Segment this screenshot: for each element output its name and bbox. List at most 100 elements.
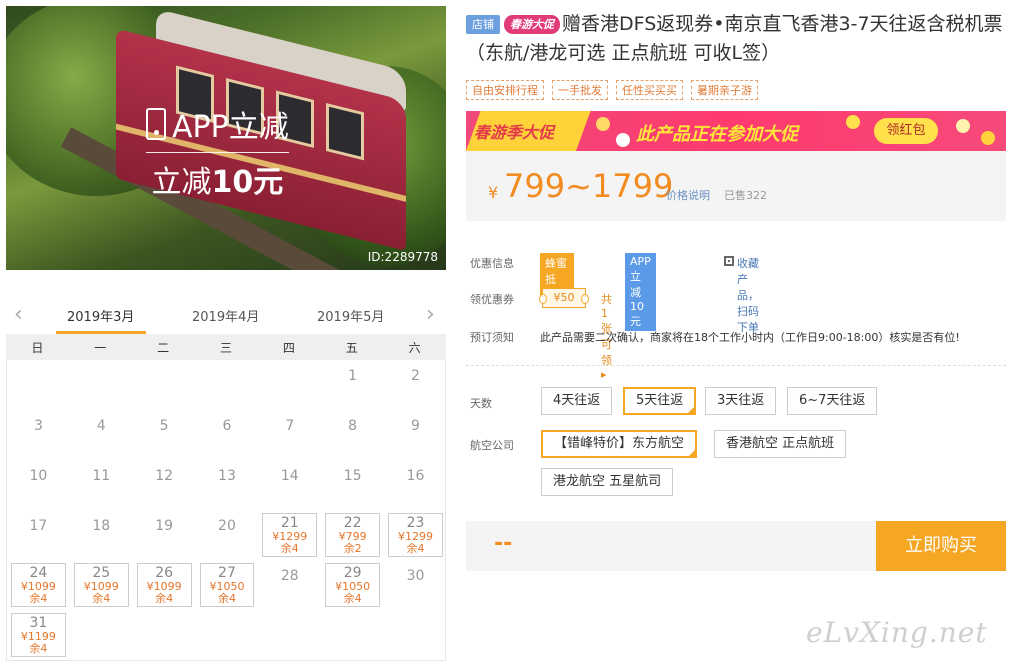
flower-icon [846,115,860,129]
buy-bar: -- 立即购买 [466,521,1006,571]
promo-banner[interactable]: 春游季大促 此产品正在参加大促 领红包 [466,111,1006,151]
calendar-day: 11 [70,460,133,510]
weekday-label: 六 [408,340,421,355]
calendar-empty-cell [196,360,259,410]
red-packet-button[interactable]: 领红包 [874,118,938,144]
day-stock: 余4 [92,592,111,605]
days-option[interactable]: 4天往返 [541,387,613,415]
calendar-day-available[interactable]: 31 ¥1199 余4 [11,613,66,657]
calendar-day: 15 [321,460,384,510]
day-number: 29 [343,565,362,581]
flower-icon [981,131,995,145]
prev-month-icon[interactable]: ‹ [14,302,23,327]
day-number: 17 [29,518,48,534]
promo-line2-amount: 10元 [211,165,284,200]
day-number: 2 [411,368,420,384]
calendar-day-available[interactable]: 29 ¥1050 余4 [325,563,381,607]
calendar-grid: 1 2 3 4 5 6 7 8 9 10 11 12 13 14 15 16 17 18 19 20 21 ¥1299 余4… [6,360,446,661]
watermark: eLvXing.net [806,616,988,649]
calendar-day: 14 [258,460,321,510]
weekday-label: 五 [345,340,358,355]
tab-month-3[interactable]: 2019年5月 [317,306,384,325]
weekday-label: 三 [219,340,232,355]
calendar-day-available[interactable]: 25 ¥1099 余4 [73,563,129,607]
promo-line2-prefix: 立减 [151,165,212,200]
day-stock: 余4 [406,542,425,555]
product-title: 店铺 春游大促 赠香港DFS返现券•南京直飞香港3-7天往返含税机票（东航/港龙可选… [466,10,1006,68]
booking-notice-text: 此产品需要二次确认，商家将在18个工作小时内（工作日9:00-18:00）核实是… [540,331,960,344]
calendar-day-available[interactable]: 23 ¥1299 余4 [388,513,443,557]
day-number: 3 [33,418,43,434]
spring-sale-tag: 春游大促 [504,15,560,34]
qr-code-icon [724,256,734,266]
day-number: 1 [348,368,358,384]
day-number: 16 [406,468,425,484]
day-stock: 余2 [343,542,362,555]
days-option[interactable]: 3天往返 [705,387,777,415]
day-number: 22 [343,515,362,531]
day-number: 24 [29,565,48,581]
day-number: 4 [96,418,106,434]
offers-label: 优惠信息 [470,257,514,270]
feature-tag: 暑期亲子游 [691,80,758,100]
calendar-day-available[interactable]: 27 ¥1050 余4 [199,563,255,607]
days-option-selected[interactable]: 5天往返 [623,387,697,415]
calendar-empty-cell [70,360,133,410]
day-number: 23 [406,515,425,531]
calendar-day: 5 [133,410,196,460]
calendar-day: 8 [321,410,384,460]
product-id: ID:2289778 [367,250,438,264]
day-stock: 余4 [29,642,48,655]
calendar-day: 7 [258,410,321,460]
day-number: 31 [29,615,48,631]
calendar-day-available[interactable]: 21 ¥1299 余4 [262,513,318,557]
calendar-day: 4 [70,410,133,460]
feature-tag: 任性买买买 [616,80,683,100]
day-number: 15 [343,468,362,484]
airline-option[interactable]: 香港航空 正点航班 [714,430,847,458]
calendar-day: 30 [384,560,447,610]
days-option[interactable]: 6~7天往返 [787,387,878,415]
tab-month-1[interactable]: 2019年3月 [67,306,134,325]
tab-month-2[interactable]: 2019年4月 [192,306,259,325]
collect-scan-link[interactable]: 收藏产品，扫码下单 [737,255,759,335]
buy-now-button[interactable]: 立即购买 [876,521,1006,571]
day-number: 14 [280,468,299,484]
day-stock: 余4 [280,542,299,555]
day-number: 5 [159,418,169,434]
airline-option-selected[interactable]: 【错峰特价】东方航空 [541,430,698,458]
day-stock: 余4 [217,592,236,605]
calendar-day: 6 [196,410,259,460]
next-month-icon[interactable]: › [426,302,435,327]
weekday-label: 二 [157,340,170,355]
flower-icon [596,117,610,131]
calendar-empty-cell [133,360,196,410]
app-discount-badge: APP立减10元 [625,253,656,331]
shop-tag: 店铺 [466,15,500,34]
price-explain-link[interactable]: 价格说明 [666,187,710,203]
calendar-day: 10 [7,460,70,510]
product-image[interactable]: APP立减 立减10元 ID:2289778 [6,6,446,270]
calendar-day-available[interactable]: 26 ¥1099 余4 [136,563,192,607]
price-range: 799~1799 [504,167,674,205]
calendar-day: 20 [196,510,259,560]
calendar-day: 9 [384,410,447,460]
calendar-day: 1 [321,360,384,410]
calendar-day: 18 [70,510,133,560]
banner-message: 此产品正在参加大促 [636,124,798,145]
weekday-label: 四 [282,340,295,355]
airline-option[interactable]: 港龙航空 五星航司 [541,468,674,496]
day-number: 20 [218,518,236,534]
price-box: ¥ 799~1799 价格说明 已售322 [466,151,1006,221]
coupon-ticket[interactable]: ¥50 [539,288,589,308]
feature-tags: 自由安排行程 一手批发 任性买买买 暑期亲子游 [466,80,758,100]
selected-price: -- [494,531,513,556]
day-number: 11 [92,468,111,484]
product-header: 店铺 春游大促 赠香港DFS返现券•南京直飞香港3-7天往返含税机票（东航/港龙可选… [466,10,1006,68]
day-stock: 余4 [343,592,362,605]
calendar-day-available[interactable]: 24 ¥1099 余4 [11,563,66,607]
day-stock: 余4 [29,592,48,605]
day-number: 13 [218,468,236,484]
calendar-day-available[interactable]: 22 ¥799 余2 [325,513,381,557]
currency-symbol: ¥ [488,183,499,202]
